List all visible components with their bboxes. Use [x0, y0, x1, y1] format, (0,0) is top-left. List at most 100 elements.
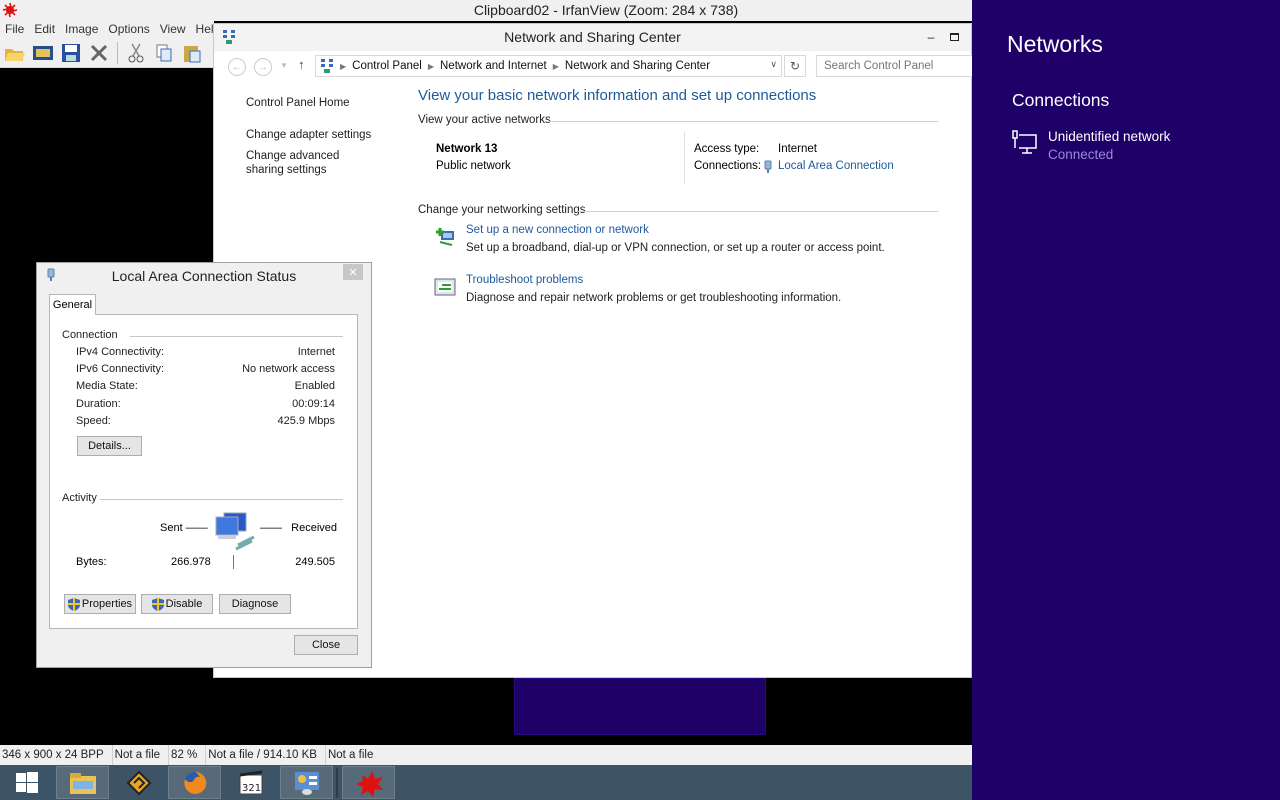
dialog-title: Local Area Connection Status: [111, 268, 297, 284]
irfanview-titlebar: Clipboard02 - IrfanView (Zoom: 284 x 738…: [0, 0, 972, 21]
ethernet-plug-icon: [764, 160, 772, 173]
status-zoom: 82 %: [169, 745, 207, 765]
paste-icon[interactable]: [180, 41, 204, 65]
menu-file[interactable]: File: [0, 21, 29, 38]
file-explorer-icon[interactable]: [56, 766, 109, 799]
tab-general[interactable]: General: [49, 294, 96, 315]
search-input[interactable]: [816, 55, 976, 77]
new-connection-icon: [436, 228, 454, 246]
minimize-button[interactable]: –: [920, 27, 942, 47]
sidebar-change-adapter-settings[interactable]: Change adapter settings: [246, 128, 396, 142]
group-divider: [100, 499, 343, 500]
address-dropdown-icon[interactable]: ∨: [770, 59, 777, 70]
irfanview-title: Clipboard02 - IrfanView (Zoom: 284 x 738…: [473, 2, 739, 18]
maximize-button[interactable]: [943, 27, 965, 47]
info-row: IPv4 Connectivity: Internet: [76, 346, 335, 358]
irfanview-icon[interactable]: [342, 766, 395, 799]
firefox-icon[interactable]: [168, 766, 221, 799]
recent-pages-chevron-icon[interactable]: ▼: [280, 61, 288, 70]
sidebar-change-advanced-sharing[interactable]: Change advanced sharing settings: [246, 149, 376, 177]
info-row: Speed: 425.9 Mbps: [76, 415, 335, 427]
delete-icon[interactable]: [87, 41, 111, 65]
received-text: Received: [291, 522, 338, 534]
breadcrumb-control-panel[interactable]: Control Panel: [352, 60, 422, 72]
dialog-close-button[interactable]: ✕: [343, 264, 363, 280]
address-bar[interactable]: ▶ Control Panel ▶ Network and Internet ▶…: [315, 55, 782, 77]
menu-edit[interactable]: Edit: [29, 21, 60, 38]
active-networks-section: View your active networks: [418, 114, 938, 126]
bytes-label: Bytes:: [76, 556, 107, 568]
disable-label: Disable: [165, 598, 203, 610]
network-name: Unidentified network: [1048, 129, 1171, 144]
irfanview-statusbar: 346 x 900 x 24 BPP Not a file 82 % Not a…: [0, 745, 972, 765]
section-divider: [578, 211, 938, 212]
menu-image[interactable]: Image: [60, 21, 103, 38]
slideshow-icon[interactable]: [31, 41, 55, 65]
local-area-connection-link[interactable]: Local Area Connection: [778, 160, 894, 172]
nsc-sidebar: Control Panel Home Change adapter settin…: [246, 96, 396, 177]
copy-icon[interactable]: [152, 41, 176, 65]
activity-group-label: Activity: [62, 492, 97, 504]
breadcrumb-separator-icon: ▶: [340, 61, 347, 71]
open-icon[interactable]: [3, 41, 27, 65]
svg-text:321: 321: [242, 783, 261, 794]
close-button[interactable]: Close: [294, 635, 358, 655]
charm-title: Networks: [1007, 31, 1103, 57]
status-file-2: Not a file: [327, 749, 374, 761]
properties-label: Properties: [81, 598, 133, 610]
network-type[interactable]: Public network: [436, 160, 511, 172]
forward-button[interactable]: →: [254, 58, 272, 76]
info-value: 425.9 Mbps: [277, 415, 335, 427]
cut-icon[interactable]: [124, 41, 148, 65]
change-settings-section: Change your networking settings: [418, 204, 938, 216]
group-divider: [130, 336, 343, 337]
breadcrumb-network-sharing-center[interactable]: Network and Sharing Center: [565, 60, 710, 72]
network-status: Connected: [1048, 147, 1114, 162]
image-canvas: [514, 678, 766, 735]
activity-divider: [233, 555, 234, 569]
control-panel-icon[interactable]: [280, 766, 333, 799]
sidebar-control-panel-home[interactable]: Control Panel Home: [246, 96, 396, 110]
status-size: Not a file / 914.10 KB: [206, 745, 326, 765]
network-computers-icon: [215, 512, 255, 551]
uac-shield-icon: [151, 597, 164, 611]
info-row: IPv6 Connectivity: No network access: [76, 363, 335, 375]
taskbar-separator: [336, 767, 338, 798]
troubleshoot-link[interactable]: Troubleshoot problems: [466, 274, 583, 286]
active-network: Network 13 Public network Access type: I…: [418, 126, 938, 196]
menu-view[interactable]: View: [155, 21, 191, 38]
winamp-icon[interactable]: [112, 766, 165, 799]
troubleshoot-desc: Diagnose and repair network problems or …: [466, 292, 842, 304]
breadcrumb-network-internet[interactable]: Network and Internet: [440, 60, 547, 72]
nsc-navbar: ← → ▼ ↑ ▶ Control Panel ▶ Network and In…: [214, 51, 976, 83]
refresh-button[interactable]: ↻: [784, 55, 806, 77]
menu-options[interactable]: Options: [103, 21, 154, 38]
up-arrow-icon[interactable]: ↑: [298, 57, 305, 72]
status-dimensions: 346 x 900 x 24 BPP: [0, 745, 113, 765]
nsc-titlebar: Network and Sharing Center –: [214, 24, 971, 51]
setup-connection-desc: Set up a broadband, dial-up or VPN conne…: [466, 242, 885, 254]
back-button[interactable]: ←: [228, 58, 246, 76]
save-icon[interactable]: [59, 41, 83, 65]
info-value: 00:09:14: [292, 398, 335, 410]
toolbar-separator: [117, 41, 118, 64]
info-value: No network access: [242, 363, 335, 375]
info-key: IPv4 Connectivity:: [76, 346, 165, 358]
info-key: Media State:: [76, 380, 138, 392]
vertical-divider: [684, 132, 685, 184]
access-type-label: Access type:: [694, 143, 760, 155]
properties-button[interactable]: Properties: [64, 594, 136, 614]
change-settings-label: Change your networking settings: [418, 204, 586, 216]
access-type-value: Internet: [778, 143, 817, 155]
info-key: Duration:: [76, 398, 121, 410]
uac-shield-icon: [67, 597, 80, 611]
diagnose-button[interactable]: Diagnose: [219, 594, 291, 614]
network-list-item[interactable]: Unidentified network Connected: [1012, 128, 1252, 166]
media-player-classic-icon[interactable]: 321: [224, 766, 277, 799]
disable-button[interactable]: Disable: [141, 594, 213, 614]
details-button[interactable]: Details...: [77, 436, 142, 456]
local-area-connection-status-dialog: Local Area Connection Status ✕ General C…: [36, 262, 372, 668]
setup-connection-link[interactable]: Set up a new connection or network: [466, 224, 649, 236]
info-value: Internet: [297, 346, 335, 358]
start-icon[interactable]: [0, 766, 53, 799]
